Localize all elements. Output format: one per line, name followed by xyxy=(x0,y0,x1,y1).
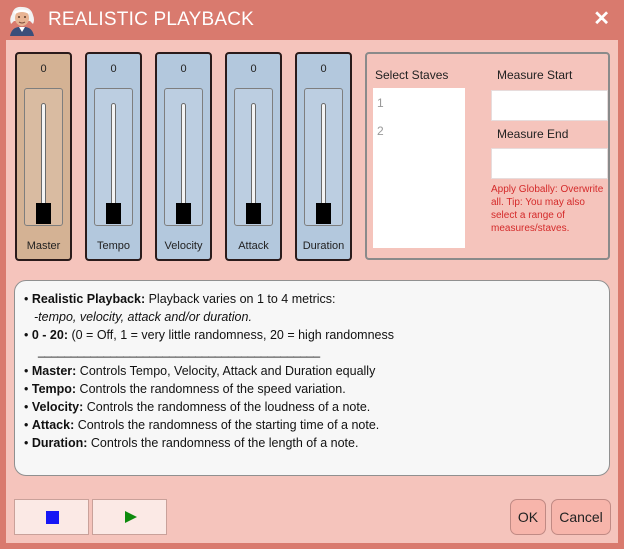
help-panel: • Realistic Playback: Playback varies on… xyxy=(14,280,610,476)
help-text: Playback varies on 1 to 4 metrics: xyxy=(145,292,336,306)
slider-value: 0 xyxy=(180,63,187,75)
measure-end-input[interactable] xyxy=(491,148,608,179)
help-line: • Realistic Playback: Playback varies on… xyxy=(24,292,336,306)
stave-item[interactable]: 2 xyxy=(377,124,384,138)
measure-start-input[interactable] xyxy=(491,90,608,121)
help-line: • Master: Controls Tempo, Velocity, Atta… xyxy=(24,364,376,378)
slider-attack: 0 Attack xyxy=(225,52,282,261)
help-text: Controls the randomness of the starting … xyxy=(74,418,380,432)
slider-label: Master xyxy=(26,240,61,252)
help-term: Tempo: xyxy=(31,382,77,396)
slider-track[interactable] xyxy=(234,88,273,226)
ok-button[interactable]: OK xyxy=(510,499,546,535)
slider-thumb[interactable] xyxy=(316,203,331,224)
slider-value: 0 xyxy=(110,63,117,75)
slider-thumb[interactable] xyxy=(176,203,191,224)
slider-master: 0 Master xyxy=(15,52,72,261)
slider-label: Duration xyxy=(302,240,345,252)
slider-track[interactable] xyxy=(164,88,203,226)
help-text: Controls Tempo, Velocity, Attack and Dur… xyxy=(76,364,376,378)
slider-duration: 0 Duration xyxy=(295,52,352,261)
stop-icon xyxy=(46,511,59,524)
help-line: • Velocity: Controls the randomness of t… xyxy=(24,400,371,414)
measure-end-label: Measure End xyxy=(497,127,569,141)
composer-portrait-icon xyxy=(6,4,38,36)
play-button[interactable] xyxy=(92,499,167,535)
apply-globally-note: Apply Globally: Overwrite all. Tip: You … xyxy=(491,184,604,234)
help-term: Realistic Playback: xyxy=(31,292,146,306)
play-icon xyxy=(125,511,137,523)
slider-track[interactable] xyxy=(94,88,133,226)
stave-item[interactable]: 1 xyxy=(377,96,384,110)
help-term: Duration: xyxy=(31,436,88,450)
help-term: Master: xyxy=(31,364,77,378)
slider-value: 0 xyxy=(320,63,327,75)
slider-thumb[interactable] xyxy=(36,203,51,224)
slider-velocity: 0 Velocity xyxy=(155,52,212,261)
slider-label: Velocity xyxy=(164,240,203,252)
help-text: Controls the randomness of the speed var… xyxy=(76,382,346,396)
help-text: Controls the randomness of the length of… xyxy=(87,436,359,450)
selection-group: Select Staves 1 2 Measure Start Measure … xyxy=(365,52,610,260)
help-line: -tempo, velocity, attack and/or duration… xyxy=(24,308,600,326)
window-title: REALISTIC PLAYBACK xyxy=(48,9,254,30)
slider-label: Tempo xyxy=(96,240,131,252)
slider-thumb[interactable] xyxy=(246,203,261,224)
slider-track[interactable] xyxy=(24,88,63,226)
help-line: • Duration: Controls the randomness of t… xyxy=(24,436,359,450)
slider-value: 0 xyxy=(250,63,257,75)
dialog-body: 0 Master 0 Tempo 0 Velocity 0 Attack 0 D… xyxy=(6,40,618,543)
slider-thumb[interactable] xyxy=(106,203,121,224)
cancel-button[interactable]: Cancel xyxy=(551,499,611,535)
stop-button[interactable] xyxy=(14,499,89,535)
help-line: • Tempo: Controls the randomness of the … xyxy=(24,382,346,396)
slider-value: 0 xyxy=(40,63,47,75)
help-term: Attack: xyxy=(31,418,75,432)
slider-track[interactable] xyxy=(304,88,343,226)
help-line: • Attack: Controls the randomness of the… xyxy=(24,418,380,432)
measure-start-label: Measure Start xyxy=(497,68,573,82)
close-icon[interactable]: ✕ xyxy=(593,8,610,30)
staves-label: Select Staves xyxy=(375,68,449,82)
help-text: (0 = Off, 1 = very little randomness, 20… xyxy=(68,328,394,342)
title-bar: REALISTIC PLAYBACK ✕ xyxy=(0,0,624,40)
help-term: Velocity: xyxy=(31,400,84,414)
help-line: • 0 - 20: (0 = Off, 1 = very little rand… xyxy=(24,328,394,342)
help-divider: ________________________________________… xyxy=(38,344,320,358)
help-text: Controls the randomness of the loudness … xyxy=(83,400,371,414)
slider-label: Attack xyxy=(238,240,269,252)
staves-list[interactable]: 1 2 xyxy=(373,88,465,248)
help-term: 0 - 20: xyxy=(31,328,68,342)
help-text: -tempo, velocity, attack and/or duration… xyxy=(34,310,252,324)
slider-tempo: 0 Tempo xyxy=(85,52,142,261)
